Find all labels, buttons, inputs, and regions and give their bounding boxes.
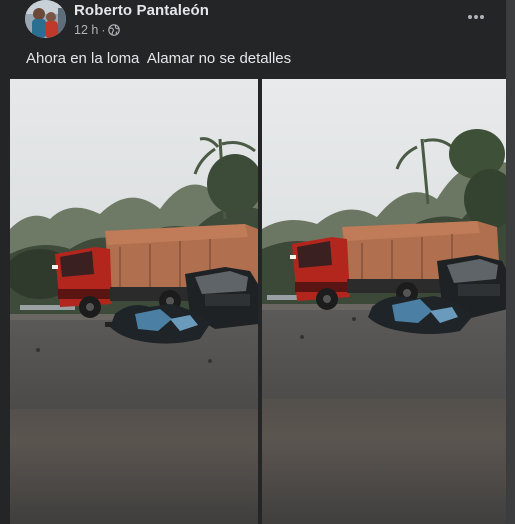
post-photo-right[interactable] (262, 79, 507, 524)
more-options-button[interactable] (462, 6, 490, 28)
post-time[interactable]: 12 h (74, 23, 98, 37)
meta-separator: · (101, 23, 106, 37)
more-horizontal-icon (468, 15, 484, 19)
globe-icon (108, 24, 121, 36)
accident-photo-2 (262, 79, 507, 524)
post-meta: 12 h · (74, 23, 121, 37)
post-caption: Ahora en la loma Alamar no se detalles (26, 50, 292, 67)
author-name[interactable]: Roberto Pantaleón (74, 2, 209, 19)
avatar-image (25, 0, 66, 38)
post-photo-left[interactable] (10, 79, 258, 524)
scrollbar-track[interactable] (507, 0, 515, 524)
facebook-post: Roberto Pantaleón 12 h · Ahora en la lom… (0, 0, 507, 524)
author-avatar[interactable] (25, 0, 66, 38)
accident-photo-1 (10, 79, 258, 524)
